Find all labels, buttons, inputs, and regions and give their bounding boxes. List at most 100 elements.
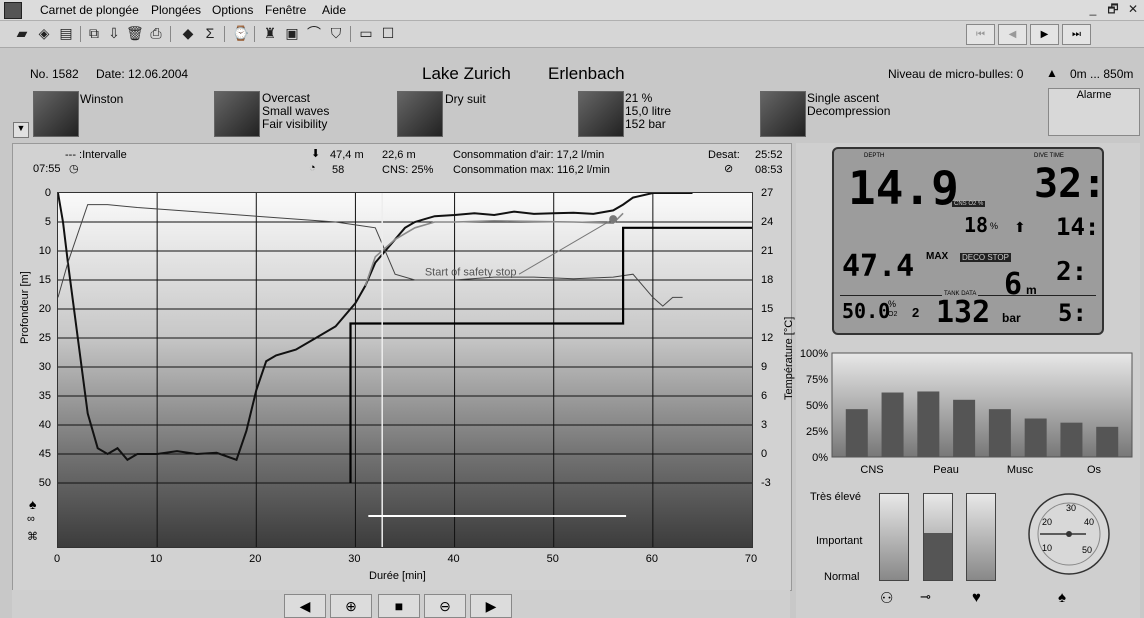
annotation-marker	[609, 215, 618, 224]
weather-photo[interactable]	[214, 91, 260, 137]
plan-icon[interactable]: ⌒	[306, 25, 322, 41]
y2-tick-label: 21	[761, 245, 773, 257]
menu-carnet[interactable]: Carnet de plongée	[40, 3, 139, 17]
lcd-deco-label: DECO STOP	[960, 253, 1011, 262]
compass-label: 20	[1042, 517, 1052, 527]
tissue-bar	[881, 392, 904, 457]
x-tick-label: 10	[150, 553, 162, 565]
air-consumption: Consommation d'air: 17,2 l/min	[453, 149, 605, 161]
print-icon[interactable]: ▤	[58, 25, 74, 41]
suit-type: Dry suit	[445, 92, 486, 106]
y-tick-label: 30	[39, 361, 51, 373]
slider-icon: ⊸	[920, 589, 931, 604]
buddy-photo[interactable]	[33, 91, 79, 137]
chevron-down-icon[interactable]: ▼	[13, 122, 29, 138]
zoom-out-button[interactable]: ⊖	[424, 594, 466, 618]
book-icon[interactable]: ▰	[14, 25, 30, 41]
ppo2-icon: ⌘	[27, 531, 38, 543]
y-tick-label: 40	[39, 419, 51, 431]
ascent-photo[interactable]	[760, 91, 806, 137]
next-dive-button[interactable]: ▶	[1030, 24, 1059, 45]
bubbles-icon: ⚇	[880, 590, 894, 607]
bar-category-label: CNS	[860, 464, 883, 476]
dive-profile-panel: --- :Intervalle 07:55 ◷ ⬇ 47,4 m 22,6 m …	[12, 143, 795, 591]
ascent-arrow-icon: ⬆	[1014, 219, 1026, 235]
shield-icon[interactable]: ⛉	[328, 25, 344, 41]
arrow-down-icon: ⬇	[311, 148, 321, 160]
logbook-icon[interactable]: ◆	[180, 25, 196, 41]
toolbar-separator	[80, 26, 81, 42]
export-icon[interactable]: ⎙	[148, 25, 164, 41]
y2-tick-label: 27	[761, 187, 773, 199]
dive-site: Erlenbach	[548, 64, 625, 83]
heart-icon: ♥	[972, 589, 981, 606]
copy-icon[interactable]: ⧉	[86, 25, 102, 41]
lcd-deco-depth: 6	[1004, 267, 1023, 302]
toolbar-separator	[224, 26, 225, 42]
panel-icon[interactable]: ▭	[358, 25, 374, 41]
bar-y-tick: 75%	[806, 374, 828, 386]
lcd-o2: 50.0	[842, 299, 891, 323]
y2-tick-label: 9	[761, 361, 767, 373]
window-icon[interactable]: ☐	[380, 25, 396, 41]
sum-icon[interactable]: Σ	[202, 25, 218, 41]
weather-line: Fair visibility	[262, 117, 328, 131]
right-panel: DEPTH DIVE TIME 14.9 32: CNS O2 % 18 % ⬆…	[796, 143, 1140, 618]
app-icon[interactable]	[4, 2, 22, 19]
delete-icon[interactable]: 🗑	[126, 25, 144, 41]
first-dive-button[interactable]: ⏮	[966, 24, 995, 45]
bubbles-icon: ∞	[27, 513, 35, 525]
tissue-bar	[1060, 422, 1083, 457]
x-tick-label: 40	[447, 553, 459, 565]
lcd-max-label: MAX	[926, 251, 949, 262]
level-important: Important	[816, 535, 863, 547]
minimize-button[interactable]: _	[1086, 2, 1100, 16]
zoom-in-button[interactable]: ⊕	[330, 594, 372, 618]
y-tick-label: 25	[39, 332, 51, 344]
interval-time: 07:55	[33, 163, 61, 175]
y2-tick-label: -3	[761, 477, 771, 489]
close-button[interactable]: ✕	[1126, 2, 1140, 16]
bar-plot-area	[831, 352, 1133, 458]
diver-icon[interactable]: ♜	[262, 25, 278, 41]
profile-plot[interactable]: Start of safety stop	[57, 192, 753, 548]
compass-hub	[1066, 531, 1072, 537]
series-line-1	[58, 204, 683, 307]
tank-photo[interactable]	[578, 91, 624, 137]
bar-y-tick: 0%	[812, 452, 828, 464]
y2-tick-label: 3	[761, 419, 767, 431]
import-icon[interactable]: ⇩	[106, 25, 122, 41]
weather-info: Overcast Small waves Fair visibility	[262, 92, 329, 131]
lcd-time-label: DIVE TIME	[1034, 153, 1064, 159]
compass-label: 40	[1084, 517, 1094, 527]
stop-button[interactable]: ■	[378, 594, 420, 618]
compass-label: 10	[1042, 543, 1052, 553]
card-icon[interactable]: ▣	[284, 25, 300, 41]
compass-dial: 30 20 40 10 50	[1028, 493, 1110, 575]
y-tick-label: 10	[39, 245, 51, 257]
y-tick-label: 20	[39, 303, 51, 315]
restore-button[interactable]: 🗗	[1106, 2, 1120, 16]
menu-fenetre[interactable]: Fenêtre	[265, 3, 306, 17]
alarm-label: Alarme	[1076, 89, 1112, 101]
suit-photo[interactable]	[397, 91, 443, 137]
y-tick-label: 0	[45, 187, 51, 199]
compass-label: 30	[1066, 503, 1076, 513]
open-icon[interactable]: ◈	[36, 25, 52, 41]
menu-aide[interactable]: Aide	[322, 3, 346, 17]
x-tick-label: 0	[54, 553, 60, 565]
prev-dive-button[interactable]: ◀	[998, 24, 1027, 45]
menu-plongees[interactable]: Plongées	[151, 3, 201, 17]
alarm-box[interactable]: Alarme	[1048, 88, 1140, 136]
gauge-bubbles	[879, 493, 909, 581]
altitude-range: 0m ... 850m	[1070, 67, 1134, 81]
bar-y-tick: 50%	[806, 400, 828, 412]
menu-options[interactable]: Options	[212, 3, 253, 17]
watch-icon[interactable]: ⌚	[232, 25, 249, 41]
play-button[interactable]: ▶	[470, 594, 512, 618]
tissue-bar	[988, 409, 1011, 457]
rewind-button[interactable]: ◀	[284, 594, 326, 618]
last-dive-button[interactable]: ⏭	[1062, 24, 1091, 45]
lcd-pressure: 132	[936, 295, 991, 330]
dive-time: 58	[332, 164, 345, 176]
